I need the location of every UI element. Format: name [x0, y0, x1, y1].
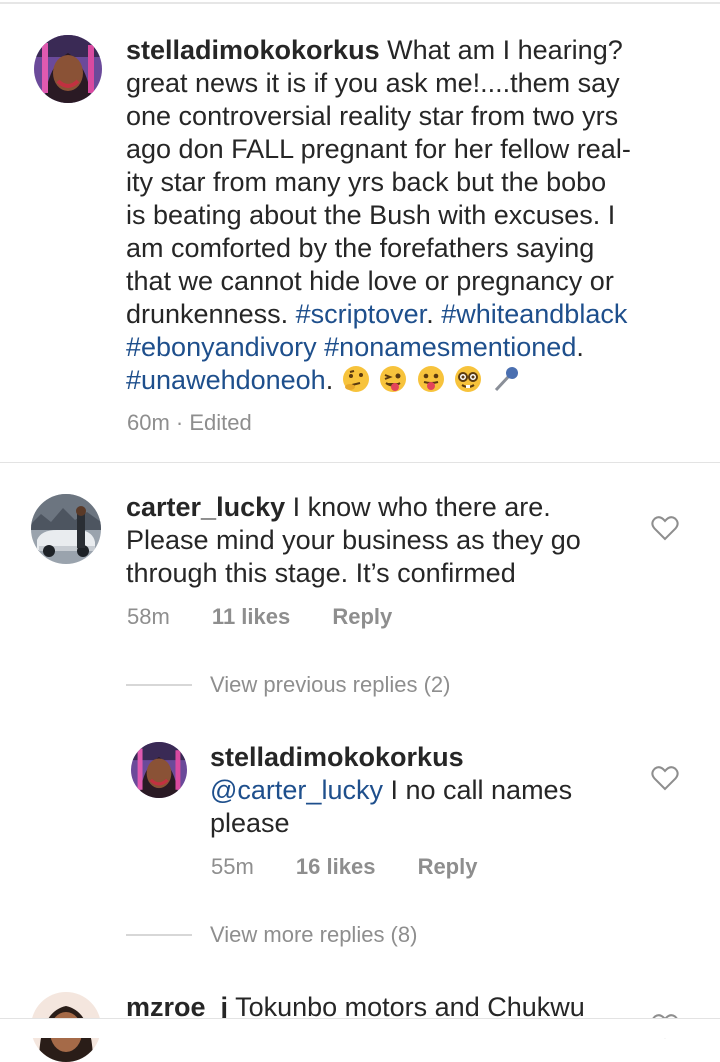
comment-meta: 58m 11 likes Reply	[127, 604, 392, 630]
comment-text-line: ago don FALL pregnant for her fellow rea…	[126, 134, 631, 164]
likes-count-button[interactable]: 16 likes	[296, 854, 376, 879]
comment-text-line: one controversial reality star from two …	[126, 101, 619, 131]
comment-text-line: please	[210, 808, 290, 838]
comment-time: 58m	[127, 604, 170, 629]
comment-time: 55m	[211, 854, 254, 879]
avatar[interactable]	[34, 35, 102, 103]
reply-button[interactable]: Reply	[418, 854, 478, 879]
likes-count-button[interactable]: 11 likes	[212, 604, 290, 629]
tongue-face-icon	[416, 364, 446, 402]
hashtag-link[interactable]: #scriptover	[296, 299, 427, 329]
comment-username[interactable]: stelladimokokorkus	[126, 35, 380, 65]
thread-line	[126, 684, 192, 686]
bottom-edge	[0, 1018, 720, 1038]
avatar-image	[34, 35, 102, 103]
comment-text: I no call names	[390, 775, 573, 805]
comment-text-line: drunkenness.	[126, 299, 289, 329]
nerd-face-icon	[453, 364, 483, 402]
comment-text-line: ity star from many yrs back but the bobo	[126, 167, 607, 197]
reply-button[interactable]: Reply	[332, 604, 392, 629]
comment-username[interactable]: stelladimokokorkus	[210, 741, 640, 774]
comment-body: carter_lucky I know who there are. Pleas…	[126, 491, 646, 590]
comment-time: 60m	[127, 410, 170, 435]
mention-link[interactable]: @carter_lucky	[210, 775, 383, 805]
comment-text-line: great news it is if you ask me!....them …	[126, 68, 620, 98]
winking-tongue-face-icon	[378, 364, 408, 402]
comment-text: I know who there are.	[292, 492, 551, 522]
comment-text-line: am comforted by the forefathers saying	[126, 233, 595, 263]
view-previous-replies-label: View previous replies (2)	[210, 672, 451, 697]
view-more-replies-label: View more replies (8)	[210, 922, 418, 947]
like-heart-icon[interactable]	[651, 515, 679, 541]
comment-username[interactable]: carter_lucky	[126, 492, 285, 522]
bottom-divider	[0, 1018, 720, 1019]
comment-text-line: that we cannot hide love or pregnancy or	[126, 266, 614, 296]
hashtag-link[interactable]: #ebonyandivory	[126, 332, 317, 362]
top-divider	[0, 2, 720, 4]
thread-line	[126, 934, 192, 936]
hashtag-link[interactable]: #nonamesmentioned	[324, 332, 576, 362]
avatar-image	[131, 742, 187, 798]
caption-divider	[0, 462, 720, 463]
comment-meta: 60m · Edited	[127, 410, 252, 436]
view-previous-replies-button[interactable]: View previous replies (2)	[126, 672, 450, 698]
comment-text-line: through this stage. It’s confirmed	[126, 558, 516, 588]
avatar[interactable]	[131, 742, 187, 798]
thinking-face-icon	[341, 364, 371, 402]
like-heart-icon[interactable]	[651, 765, 679, 791]
avatar[interactable]	[31, 494, 101, 564]
avatar-image	[31, 494, 101, 564]
comment-body: stelladimokokorkus What am I hearing? gr…	[126, 34, 686, 402]
comment-text-line: Please mind your business as they go	[126, 525, 581, 555]
reply-body: stelladimokokorkus @carter_lucky I no ca…	[210, 741, 640, 840]
hashtag-link[interactable]: #whiteandblack	[441, 299, 627, 329]
reply-meta: 55m 16 likes Reply	[211, 854, 477, 880]
hashtag-link[interactable]: #unawehdoneoh	[126, 365, 326, 395]
view-more-replies-button[interactable]: View more replies (8)	[126, 922, 417, 948]
microphone-icon	[491, 364, 521, 402]
edited-label: · Edited	[175, 410, 252, 435]
comment-text: What am I hearing?	[387, 35, 623, 65]
comment-text-line: is beating about the Bush with excuses. …	[126, 200, 616, 230]
